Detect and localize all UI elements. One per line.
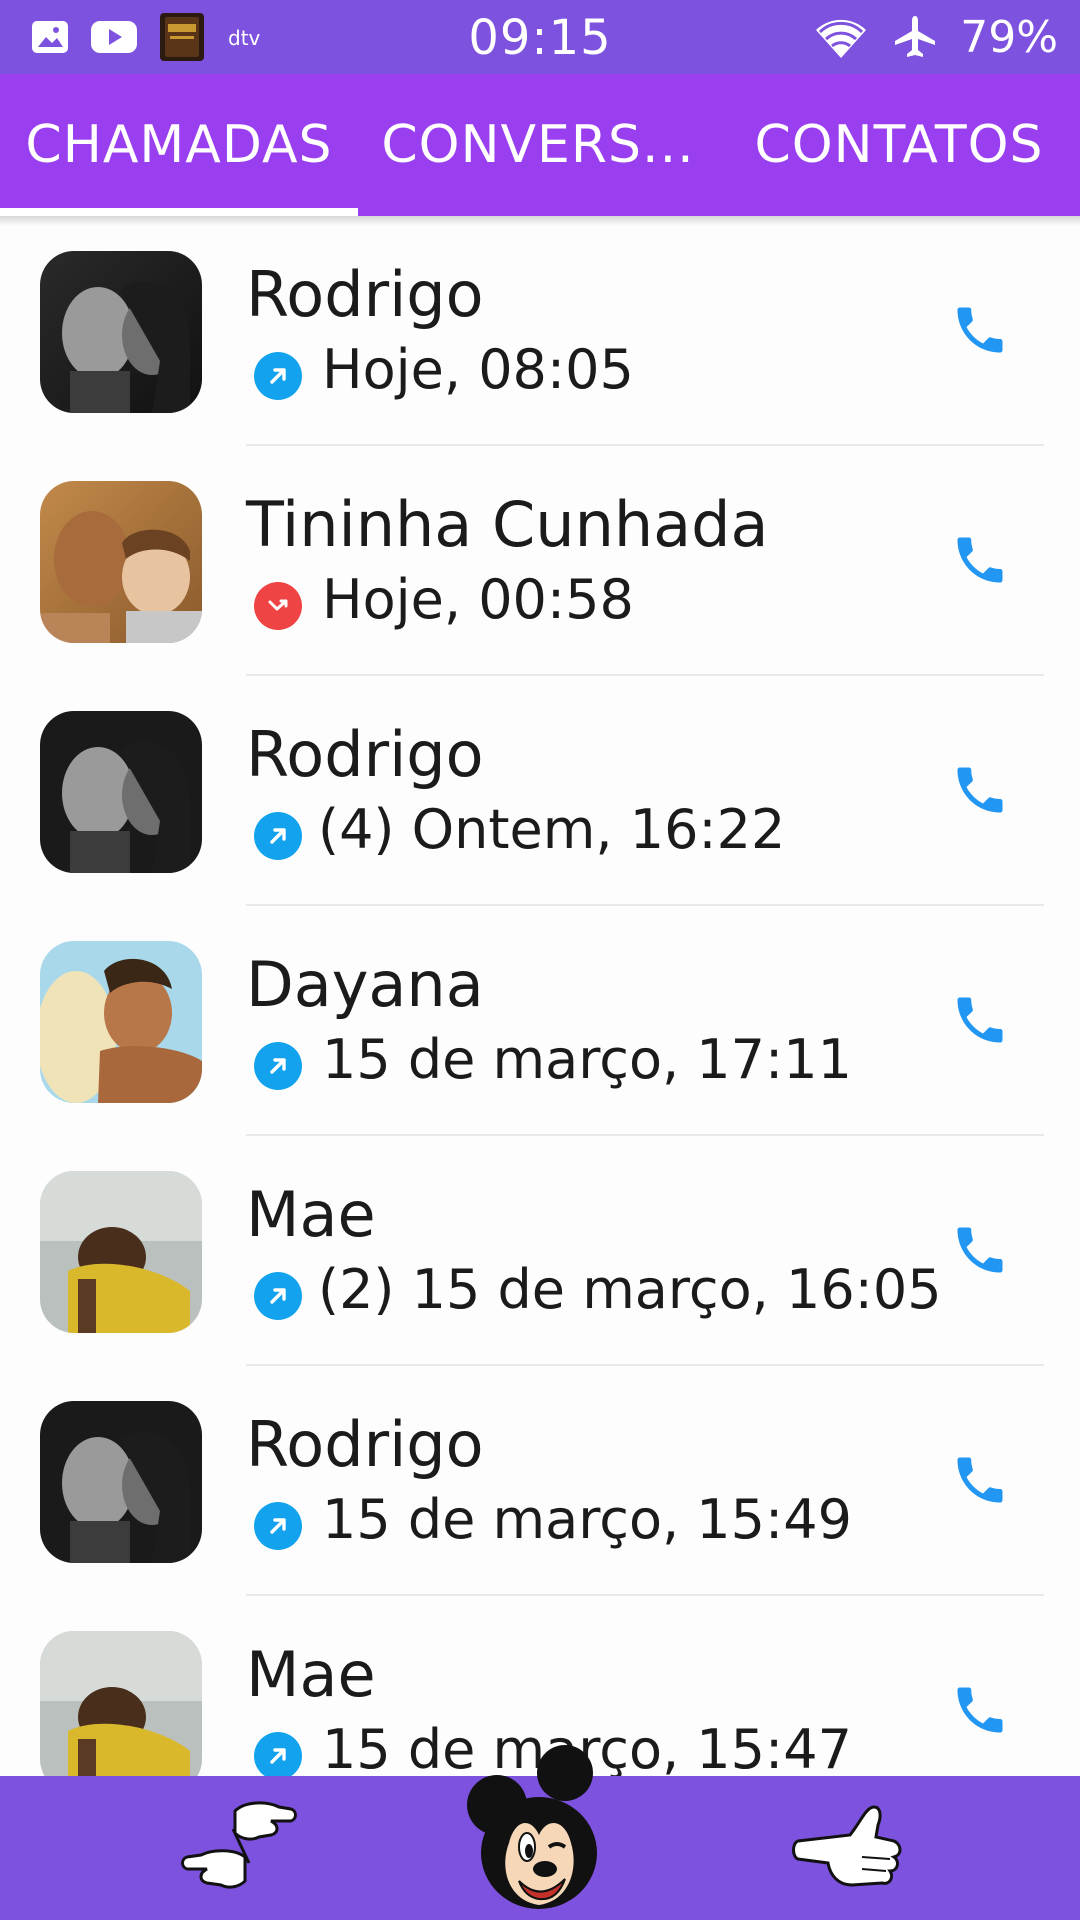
airplane-icon [892,14,938,60]
phone-icon[interactable] [944,984,1016,1056]
battery-level: 79% [960,11,1058,63]
phone-icon[interactable] [944,524,1016,596]
avatar[interactable] [40,711,202,873]
pointing-hand-icon[interactable] [780,1776,920,1920]
call-detail: 15 de março, 15:49 [322,1488,852,1551]
contact-name: Mae [246,1638,376,1711]
phone-icon[interactable] [944,1444,1016,1516]
call-row[interactable]: Rodrigo Hoje, 08:05 [0,216,1080,446]
outgoing-call-icon [254,812,302,860]
call-detail: Hoje, 08:05 [322,338,634,401]
phone-icon[interactable] [944,1214,1016,1286]
outgoing-call-icon [254,1502,302,1550]
outgoing-call-icon [254,1272,302,1320]
system-icons: 79% [812,11,1058,63]
contact-name: Mae [246,1178,376,1251]
contact-name: Rodrigo [246,1408,484,1481]
selected-tab-indicator [0,208,358,216]
contact-name: Dayana [246,948,484,1021]
avatar[interactable] [40,1631,202,1776]
contact-name: Tininha Cunhada [246,488,769,561]
call-list[interactable]: Rodrigo Hoje, 08:05 Tininha Cunhada Hoje… [0,216,1080,1776]
outgoing-call-icon [254,352,302,400]
phone-icon[interactable] [944,754,1016,826]
avatar[interactable] [40,251,202,413]
call-row[interactable]: Rodrigo 15 de março, 15:49 [0,1366,1080,1596]
tab-chamadas[interactable]: CHAMADAS [0,74,358,216]
wifi-icon [812,14,870,60]
tab-bar: CHAMADAS CONVERS... CONTATOS [0,74,1080,216]
contact-name: Rodrigo [246,258,484,331]
call-row[interactable]: Mae (2) 15 de março, 16:05 [0,1136,1080,1366]
tab-contatos[interactable]: CONTATOS [718,74,1080,216]
contact-name: Rodrigo [246,718,484,791]
call-detail: (4) Ontem, 16:22 [318,798,786,861]
call-row[interactable]: Dayana 15 de março, 17:11 [0,906,1080,1136]
phone-icon[interactable] [944,294,1016,366]
status-bar: dtv 09:15 79% [0,0,1080,74]
missed-call-icon [254,582,302,630]
phone-icon[interactable] [944,1674,1016,1746]
bottom-bar [0,1745,1080,1920]
swap-hands-icon[interactable] [170,1776,310,1920]
tab-conversas[interactable]: CONVERS... [358,74,718,216]
outgoing-call-icon [254,1732,302,1776]
outgoing-call-icon [254,1042,302,1090]
call-row[interactable]: Rodrigo (4) Ontem, 16:22 [0,676,1080,906]
avatar[interactable] [40,1401,202,1563]
mickey-icon[interactable] [460,1742,620,1920]
avatar[interactable] [40,1171,202,1333]
call-row[interactable]: Tininha Cunhada Hoje, 00:58 [0,446,1080,676]
call-detail: (2) 15 de março, 16:05 [318,1258,942,1321]
avatar[interactable] [40,481,202,643]
call-detail: Hoje, 00:58 [322,568,634,631]
avatar[interactable] [40,941,202,1103]
call-detail: 15 de março, 17:11 [322,1028,852,1091]
